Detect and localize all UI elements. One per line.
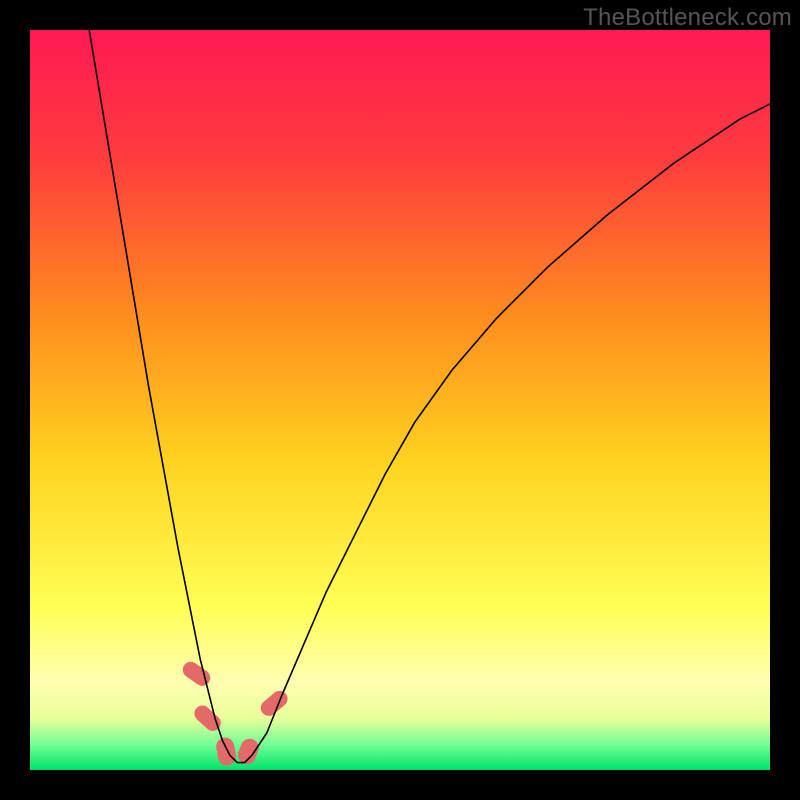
- chart-frame: TheBottleneck.com: [0, 0, 800, 800]
- chart-svg: [30, 30, 770, 770]
- watermark-text: TheBottleneck.com: [583, 4, 792, 32]
- gradient-background: [30, 30, 770, 770]
- plot-area: [30, 30, 770, 770]
